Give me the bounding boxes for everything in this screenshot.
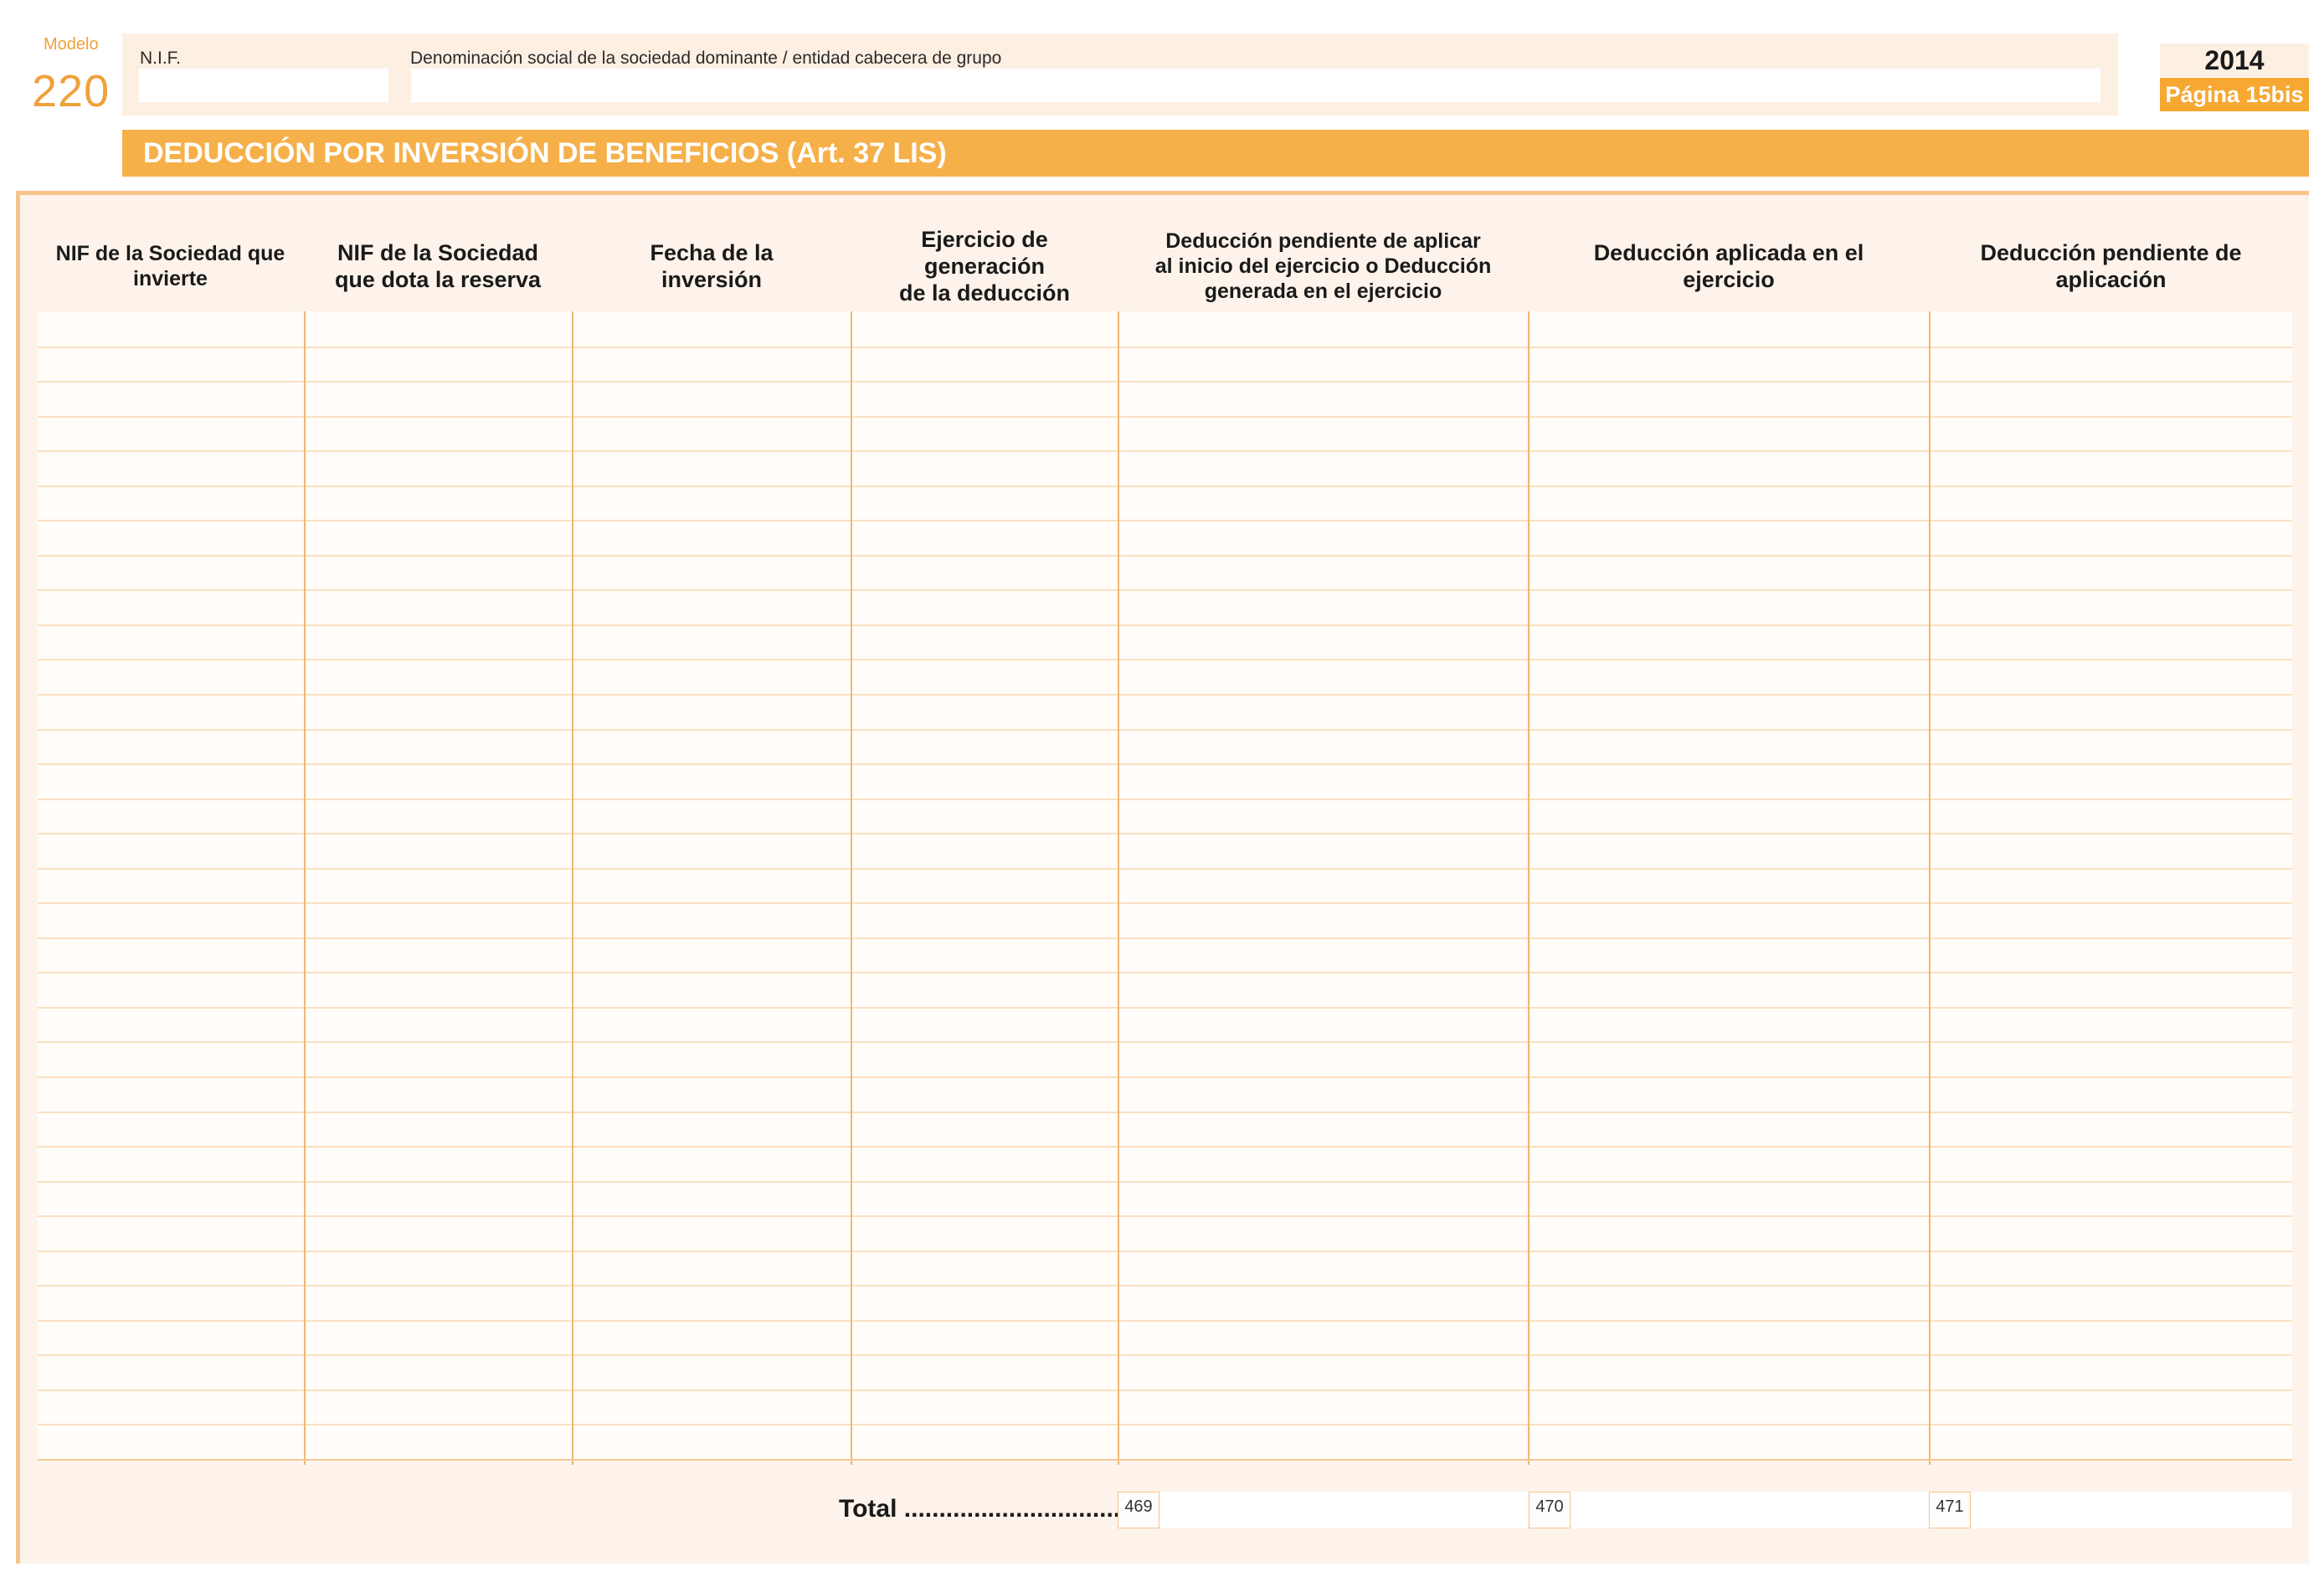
row-divider: [38, 1041, 2292, 1043]
row-divider: [38, 1076, 2292, 1078]
row-divider: [38, 485, 2292, 487]
row-divider: [38, 624, 2292, 626]
row-divider: [38, 1251, 2292, 1252]
total-box-471: 471: [1929, 1492, 2292, 1528]
total-code: 469: [1118, 1492, 1159, 1528]
row-divider: [38, 833, 2292, 835]
modelo-label: Modelo: [44, 35, 99, 54]
total-input-469[interactable]: [1159, 1492, 1528, 1528]
row-divider: [38, 694, 2292, 696]
row-divider: [38, 450, 2292, 452]
row-divider: [38, 1354, 2292, 1356]
denominacion-input[interactable]: [411, 69, 2100, 102]
total-code: 470: [1529, 1492, 1571, 1528]
total-label: Total ...............................: [839, 1495, 1121, 1523]
column-header-deduccion-pendiente-aplicacion: Deducción pendiente de aplicación: [1980, 240, 2242, 292]
total-box-469: 469: [1118, 1492, 1528, 1528]
table-bottom-line: [38, 1459, 2292, 1461]
row-divider: [38, 520, 2292, 521]
section-title: DEDUCCIÓN POR INVERSIÓN DE BENEFICIOS (A…: [143, 137, 947, 169]
deduction-table: [38, 311, 2292, 1465]
column-divider: [1528, 311, 1530, 1465]
row-divider: [38, 1424, 2292, 1425]
column-divider: [1929, 311, 1931, 1465]
nif-input[interactable]: [139, 69, 388, 102]
page-badge: Página 15bis: [2160, 78, 2309, 111]
denominacion-label: Denominación social de la sociedad domin…: [410, 49, 1002, 68]
year-badge: 2014: [2160, 44, 2309, 77]
row-divider: [38, 589, 2292, 591]
row-divider: [38, 1181, 2292, 1183]
column-header-deduccion-pendiente-inicio: Deducción pendiente de aplicar al inicio…: [1154, 229, 1492, 303]
total-input-470[interactable]: [1571, 1492, 1929, 1528]
nif-label: N.I.F.: [140, 49, 182, 68]
row-divider: [38, 937, 2292, 939]
row-divider: [38, 1007, 2292, 1009]
column-divider: [304, 311, 306, 1465]
column-header-ejercicio: Ejercicio de generación de la deducción: [898, 227, 1071, 306]
row-divider: [38, 1215, 2292, 1217]
total-code: 471: [1929, 1492, 1971, 1528]
row-divider: [38, 1320, 2292, 1322]
column-header-fecha: Fecha de la inversión: [650, 240, 774, 292]
row-divider: [38, 1389, 2292, 1391]
total-box-470: 470: [1529, 1492, 1929, 1528]
row-divider: [38, 799, 2292, 800]
row-divider: [38, 763, 2292, 765]
row-divider: [38, 1112, 2292, 1113]
row-divider: [38, 729, 2292, 731]
column-header-deduccion-aplicada: Deducción aplicada en el ejercicio: [1593, 240, 1864, 292]
row-divider: [38, 381, 2292, 383]
column-divider: [572, 311, 573, 1465]
row-divider: [38, 1285, 2292, 1287]
row-divider: [38, 1146, 2292, 1148]
row-divider: [38, 347, 2292, 348]
column-divider: [1118, 311, 1119, 1465]
modelo-number: 220: [32, 66, 111, 116]
row-divider: [38, 659, 2292, 660]
column-divider: [851, 311, 852, 1465]
column-header-nif-invierte: NIF de la Sociedad que invierte: [55, 242, 285, 290]
row-divider: [38, 416, 2292, 418]
row-divider: [38, 902, 2292, 904]
row-divider: [38, 868, 2292, 870]
row-divider: [38, 972, 2292, 973]
total-input-471[interactable]: [1971, 1492, 2292, 1528]
row-divider: [38, 555, 2292, 557]
column-header-nif-reserva: NIF de la Sociedad que dota la reserva: [334, 240, 542, 292]
